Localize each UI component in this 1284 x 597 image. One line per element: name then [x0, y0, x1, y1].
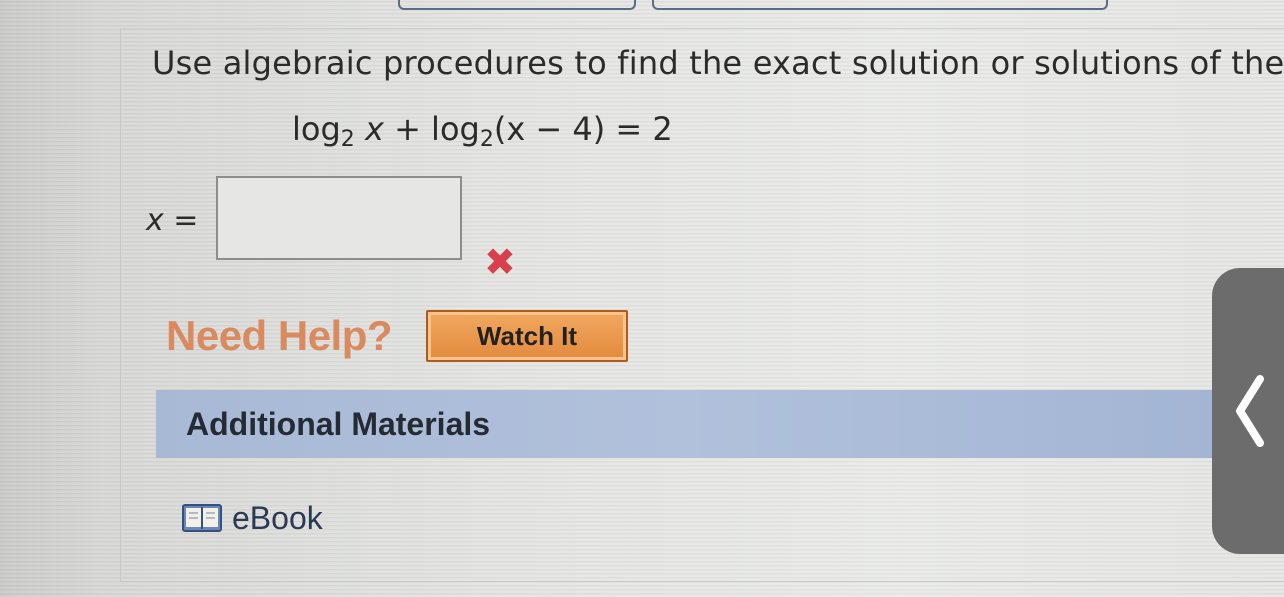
additional-materials-header[interactable]: Additional Materials — [156, 390, 1216, 458]
ebook-link[interactable]: eBook — [182, 498, 323, 538]
answer-input[interactable] — [216, 176, 462, 260]
watch-it-button[interactable]: Watch It — [426, 310, 628, 362]
answer-label-equals: = — [163, 203, 199, 238]
equation-log-1: log — [292, 110, 341, 148]
equation: log2 x + log2(x − 4) = 2 — [292, 110, 673, 152]
x-mark-icon: ✖ — [484, 240, 516, 284]
additional-materials-label: Additional Materials — [186, 406, 491, 442]
top-tab-frame-left[interactable] — [398, 0, 636, 10]
equation-plus: + — [383, 110, 432, 148]
question-prompt: Use algebraic procedures to find the exa… — [152, 44, 1284, 82]
equation-rhs: = 2 — [605, 110, 673, 148]
equation-inner: (x − 4) — [493, 110, 606, 148]
equation-log-2: log — [431, 110, 480, 148]
chevron-left-icon — [1236, 375, 1264, 447]
book-icon — [182, 504, 222, 532]
top-tab-frame-right[interactable] — [652, 0, 1108, 10]
answer-label-var: x — [146, 203, 164, 238]
equation-base-2: 2 — [479, 127, 494, 152]
answer-label: x = — [146, 203, 198, 238]
equation-base-1: 2 — [340, 127, 355, 152]
equation-var-x: x — [364, 110, 384, 148]
need-help-title: Need Help? — [166, 312, 393, 359]
side-panel-toggle[interactable] — [1212, 268, 1284, 554]
ebook-label: eBook — [232, 499, 323, 536]
